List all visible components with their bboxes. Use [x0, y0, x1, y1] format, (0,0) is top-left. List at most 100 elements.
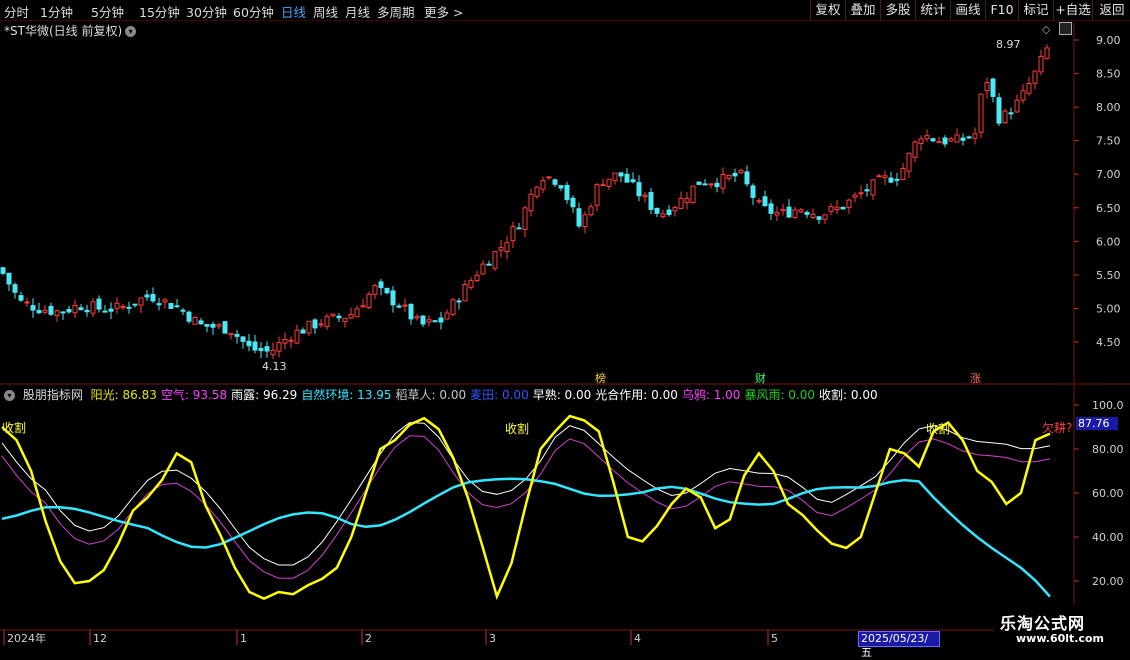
candle-body	[486, 263, 492, 266]
line-rain	[1, 422, 1051, 566]
candle-body	[426, 319, 432, 323]
price-tick-label: 6.00	[1096, 235, 1121, 248]
period-tab-1min[interactable]: 1分钟	[40, 2, 73, 21]
candle-body	[636, 182, 642, 197]
candle-body	[624, 173, 630, 183]
period-tab-multi[interactable]: 多周期	[377, 2, 415, 21]
period-tab-intraday[interactable]: 分时	[4, 2, 29, 21]
multi-stock-button[interactable]: 多股	[880, 0, 915, 20]
candle-body	[606, 178, 612, 187]
candle-body	[456, 300, 462, 303]
period-tab-daily[interactable]: 日线	[281, 2, 306, 21]
candle-body	[30, 305, 36, 311]
candle-body	[570, 197, 576, 208]
draw-line-button[interactable]: 画线	[950, 0, 985, 20]
candle-body	[960, 137, 966, 141]
period-tab-5min[interactable]: 5分钟	[91, 2, 124, 21]
candle-body	[372, 285, 378, 295]
indicator-name[interactable]: 股朋指标网	[23, 388, 83, 402]
candle-body	[630, 179, 636, 183]
candle-body	[504, 242, 510, 253]
candle-body	[720, 173, 726, 189]
event-marker-list[interactable]: 榜	[595, 370, 606, 386]
candle-body	[924, 135, 930, 140]
candle-body	[366, 293, 372, 308]
stock-title-text: *ST华微(日线 前复权)	[4, 24, 123, 38]
candle-body	[756, 200, 762, 203]
candle-body	[822, 214, 828, 220]
period-tab-30min[interactable]: 30分钟	[186, 2, 227, 21]
statistics-button[interactable]: 统计	[915, 0, 950, 20]
back-button[interactable]: 返回	[1092, 0, 1130, 20]
watermark-title: 乐淘公式网	[1000, 614, 1086, 633]
candle-body	[852, 194, 858, 198]
chevron-down-icon[interactable]: ▾	[125, 26, 137, 37]
event-marker-finance[interactable]: 财	[755, 370, 766, 386]
candle-body	[1008, 112, 1014, 115]
candle-body	[540, 180, 546, 190]
candle-body	[594, 184, 600, 206]
candle-body	[966, 136, 972, 139]
price-tick-label: 5.00	[1096, 302, 1121, 315]
candle-body	[870, 179, 876, 196]
candle-body	[162, 299, 168, 303]
candle-body	[438, 317, 444, 323]
period-tab-15min[interactable]: 15分钟	[139, 2, 180, 21]
price-tick-label: 4.50	[1096, 336, 1121, 349]
candle-body	[468, 280, 474, 288]
candle-body	[0, 267, 6, 274]
line-environment	[1, 477, 1051, 598]
candle-body	[222, 321, 228, 334]
candle-body	[150, 294, 156, 302]
add-watchlist-button[interactable]: +自选	[1053, 0, 1092, 20]
adjust-button[interactable]: 复权	[810, 0, 845, 20]
candle-body	[780, 208, 786, 212]
candle-body	[84, 309, 90, 313]
indicator-menu-icon[interactable]: ▾	[4, 390, 15, 401]
candle-body	[462, 284, 468, 302]
mark-button[interactable]: 标记	[1018, 0, 1053, 20]
watermark-url: www.60lt.com	[1016, 632, 1105, 645]
indicator-item-9: 暴风雨: 0.00	[744, 388, 816, 402]
candle-body	[66, 308, 72, 313]
indicator-item-10: 收割: 0.00	[819, 388, 878, 402]
price-tick-label: 9.00	[1096, 34, 1121, 47]
period-tab-60min[interactable]: 60分钟	[233, 2, 274, 21]
candle-body	[1014, 99, 1020, 113]
candle-body	[996, 97, 1002, 124]
diamond-icon[interactable]: ◇	[1042, 23, 1050, 36]
candle-body	[936, 141, 942, 144]
candle-body	[612, 172, 618, 182]
indicator-item-2: 雨露: 96.29	[231, 388, 298, 402]
f10-button[interactable]: F10	[985, 0, 1018, 20]
period-tab-more[interactable]: 更多 >	[424, 2, 463, 21]
time-tick-label: 2024年	[7, 631, 46, 645]
chart-canvas: 9.00 8.50 8.00 7.50 7.00 6.50 6.00 5.50 5.00 4.50…	[0, 22, 1130, 645]
event-marker-limitup[interactable]: 涨	[970, 370, 981, 386]
time-tick-label: 3	[489, 632, 496, 645]
period-tab-weekly[interactable]: 周线	[313, 2, 338, 21]
stock-title[interactable]: *ST华微(日线 前复权) ▾	[4, 22, 137, 39]
candle-body	[546, 176, 552, 179]
period-tab-monthly[interactable]: 月线	[345, 2, 370, 21]
candle-body	[186, 311, 192, 322]
candle-body	[96, 298, 102, 310]
candle-body	[240, 336, 246, 342]
candle-body	[264, 346, 270, 352]
candle-body	[894, 178, 900, 181]
candle-body	[786, 206, 792, 218]
indicator-item-6: 早熟: 0.00	[532, 388, 592, 402]
candle-body	[498, 247, 504, 251]
candle-body	[480, 263, 486, 275]
candle-body	[576, 208, 582, 227]
candle-body	[990, 78, 996, 97]
panel-toggle-icon[interactable]	[1059, 22, 1072, 35]
candle-body	[888, 177, 894, 183]
candle-body	[156, 303, 162, 306]
candle-body	[72, 305, 78, 314]
candle-body	[258, 347, 264, 352]
candle-body	[696, 181, 702, 185]
overlay-button[interactable]: 叠加	[845, 0, 880, 20]
candle-body	[906, 152, 912, 172]
candle-body	[804, 211, 810, 215]
